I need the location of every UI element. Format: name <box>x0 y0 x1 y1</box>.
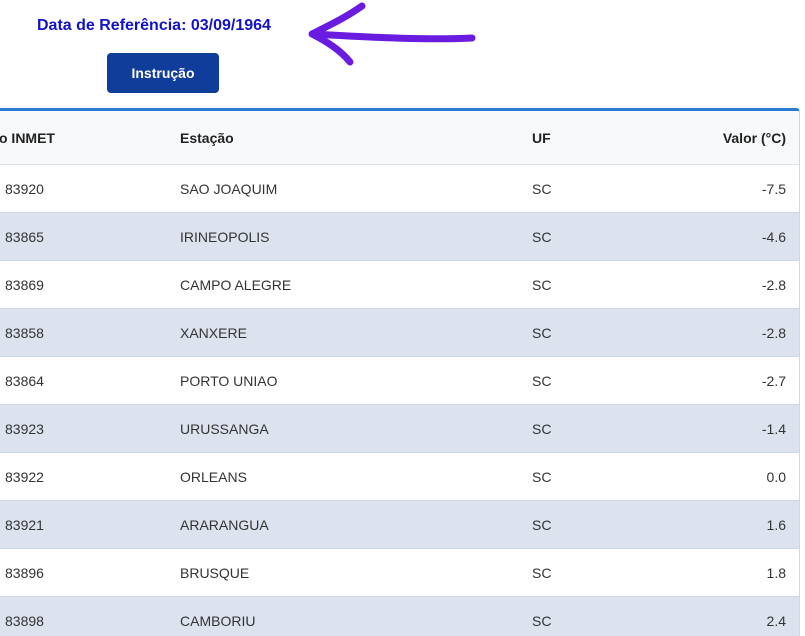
table-row: 83864 PORTO UNIAO SC -2.7 <box>0 357 799 405</box>
column-header-station[interactable]: Estação <box>180 111 480 164</box>
column-header-code[interactable]: digo INMET <box>0 111 138 164</box>
cell-value: 2.4 <box>766 612 786 629</box>
table-row: 83921 ARARANGUA SC 1.6 <box>0 501 799 549</box>
cell-uf: SC <box>532 228 552 245</box>
cell-uf: SC <box>532 420 552 437</box>
instruction-button[interactable]: Instrução <box>107 53 219 93</box>
cell-uf: SC <box>532 324 552 341</box>
cell-station: BRUSQUE <box>180 564 250 581</box>
cell-uf: SC <box>532 180 552 197</box>
cell-value: 1.8 <box>766 564 786 581</box>
data-table: digo INMET Estação UF Valor (°C) 83920 S… <box>0 108 800 636</box>
cell-code: 83898 <box>5 612 44 629</box>
cell-uf: SC <box>532 612 552 629</box>
table-row: 83922 ORLEANS SC 0.0 <box>0 453 799 501</box>
cell-station: PORTO UNIAO <box>180 372 278 389</box>
cell-value: -7.5 <box>761 180 786 197</box>
cell-station: XANXERE <box>180 324 247 341</box>
cell-station: SAO JOAQUIM <box>180 180 278 197</box>
page: Data de Referência: 03/09/1964 Instrução… <box>0 0 805 636</box>
cell-code: 83858 <box>5 324 44 341</box>
column-header-uf[interactable]: UF <box>532 111 592 164</box>
cell-value: -4.6 <box>761 228 786 245</box>
table-header: digo INMET Estação UF Valor (°C) <box>0 111 799 165</box>
cell-uf: SC <box>532 516 552 533</box>
reference-date-title: Data de Referência: 03/09/1964 <box>37 17 271 34</box>
table-row: 83896 BRUSQUE SC 1.8 <box>0 549 799 597</box>
cell-code: 83921 <box>5 516 44 533</box>
cell-value: 0.0 <box>766 468 786 485</box>
table-row: 83920 SAO JOAQUIM SC -7.5 <box>0 165 799 213</box>
cell-station: CAMBORIU <box>180 612 256 629</box>
cell-value: 1.6 <box>766 516 786 533</box>
cell-code: 83922 <box>5 468 44 485</box>
cell-value: -2.8 <box>761 324 786 341</box>
cell-code: 83864 <box>5 372 44 389</box>
table-row: 83865 IRINEOPOLIS SC -4.6 <box>0 213 799 261</box>
column-header-value[interactable]: Valor (°C) <box>646 111 786 164</box>
cell-uf: SC <box>532 372 552 389</box>
cell-station: URUSSANGA <box>180 420 269 437</box>
cell-uf: SC <box>532 564 552 581</box>
cell-station: CAMPO ALEGRE <box>180 276 292 293</box>
cell-code: 83869 <box>5 276 44 293</box>
cell-code: 83923 <box>5 420 44 437</box>
cell-value: -2.8 <box>761 276 786 293</box>
cell-uf: SC <box>532 276 552 293</box>
table-row: 83898 CAMBORIU SC 2.4 <box>0 597 799 636</box>
cell-code: 83865 <box>5 228 44 245</box>
cell-value: -1.4 <box>761 420 786 437</box>
cell-uf: SC <box>532 468 552 485</box>
cell-station: IRINEOPOLIS <box>180 228 270 245</box>
hand-drawn-arrow-icon <box>308 2 476 66</box>
cell-code: 83896 <box>5 564 44 581</box>
cell-value: -2.7 <box>761 372 786 389</box>
table-row: 83858 XANXERE SC -2.8 <box>0 309 799 357</box>
cell-station: ARARANGUA <box>180 516 269 533</box>
table-row: 83923 URUSSANGA SC -1.4 <box>0 405 799 453</box>
table-row: 83869 CAMPO ALEGRE SC -2.8 <box>0 261 799 309</box>
cell-code: 83920 <box>5 180 44 197</box>
cell-station: ORLEANS <box>180 468 247 485</box>
